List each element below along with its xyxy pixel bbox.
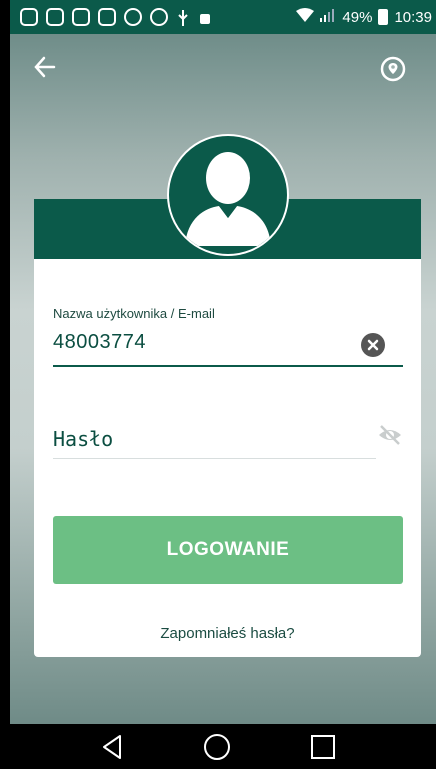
top-bar bbox=[10, 34, 436, 104]
close-icon bbox=[367, 339, 379, 351]
username-underline bbox=[53, 365, 403, 367]
triangle-back-icon bbox=[102, 734, 121, 759]
android-debug-icon bbox=[198, 10, 212, 24]
instagram-icon bbox=[98, 8, 116, 26]
status-right: 49% 10:39 bbox=[296, 8, 432, 26]
recents-nav-button[interactable] bbox=[310, 734, 336, 760]
battery-percent: 49% bbox=[342, 8, 373, 26]
login-card: Nazwa użytkownika / E-mail 48003774 LOGO… bbox=[34, 259, 421, 657]
back-arrow-icon bbox=[34, 56, 56, 78]
usb-icon bbox=[176, 10, 190, 26]
instagram-icon bbox=[72, 8, 90, 26]
avatar bbox=[167, 134, 289, 256]
instagram-icon bbox=[20, 8, 38, 26]
location-target-icon bbox=[380, 56, 406, 82]
status-bar: 49% 10:39 bbox=[10, 0, 436, 34]
clock: 10:39 bbox=[394, 8, 432, 26]
wifi-icon bbox=[296, 8, 315, 26]
location-button[interactable] bbox=[378, 54, 408, 84]
signal-icon bbox=[320, 8, 336, 26]
back-button[interactable] bbox=[32, 54, 62, 84]
gallery-icon bbox=[46, 8, 64, 26]
username-field[interactable]: 48003774 bbox=[53, 331, 146, 354]
login-screen: Nazwa użytkownika / E-mail 48003774 LOGO… bbox=[10, 34, 436, 724]
square-recents-icon bbox=[311, 734, 336, 759]
messenger-icon bbox=[124, 8, 142, 26]
battery-icon bbox=[378, 9, 389, 25]
back-nav-button[interactable] bbox=[100, 734, 124, 760]
circle-home-icon bbox=[203, 733, 230, 760]
system-nav-bar bbox=[0, 724, 436, 769]
username-label: Nazwa użytkownika / E-mail bbox=[53, 306, 215, 321]
password-field[interactable] bbox=[53, 419, 375, 459]
toggle-password-visibility-button[interactable] bbox=[377, 422, 403, 448]
clear-username-button[interactable] bbox=[361, 333, 385, 357]
login-button[interactable]: LOGOWANIE bbox=[53, 516, 403, 584]
home-nav-button[interactable] bbox=[203, 733, 231, 761]
password-underline bbox=[53, 458, 376, 459]
forgot-password-link[interactable]: Zapomniałeś hasła? bbox=[34, 625, 421, 642]
e-icon bbox=[150, 8, 168, 26]
user-silhouette-icon bbox=[185, 152, 271, 246]
eye-off-icon bbox=[379, 425, 401, 445]
notification-icons bbox=[20, 8, 212, 26]
